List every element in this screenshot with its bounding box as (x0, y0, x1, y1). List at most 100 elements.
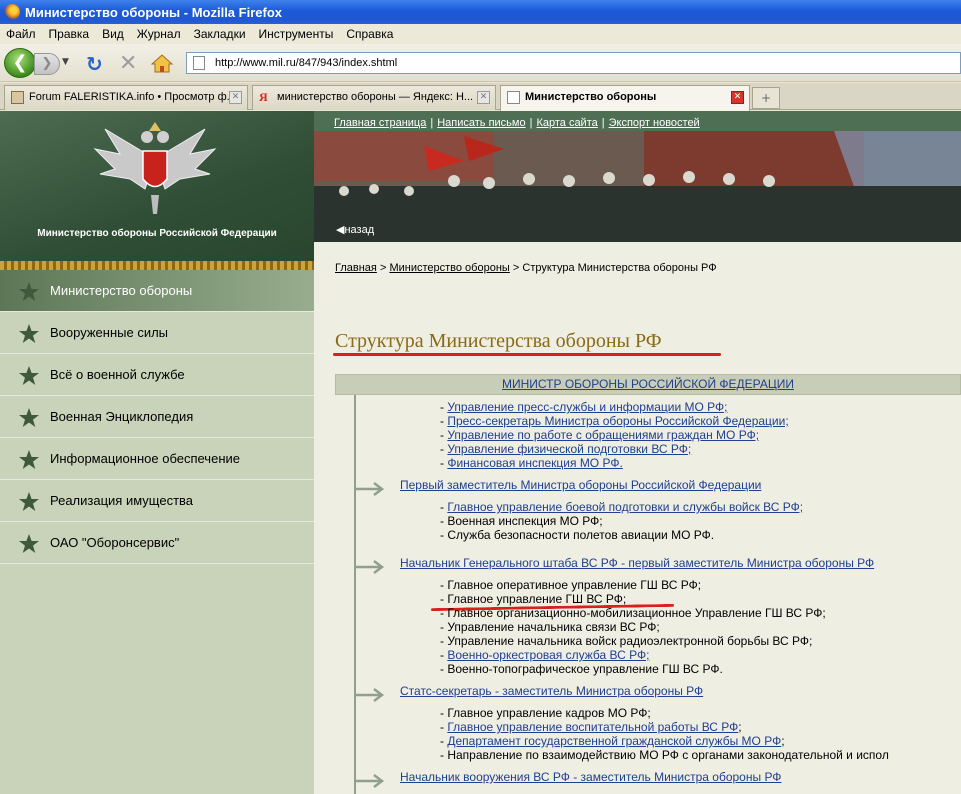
list-item-text: Главное управление кадров МО РФ; (447, 706, 651, 720)
close-tab-icon[interactable]: ✕ (477, 91, 490, 104)
link-news-export[interactable]: Экспорт новостей (609, 117, 700, 129)
list-item-link[interactable]: Финансовая инспекция МО РФ. (447, 456, 622, 470)
star-icon (19, 450, 39, 469)
group-head-link[interactable]: Первый заместитель Министра обороны Росс… (400, 478, 761, 492)
group-head-link[interactable]: Начальник Генерального штаба ВС РФ - пер… (400, 556, 874, 570)
list-item: - Управление пресс-службы и информации М… (440, 400, 728, 414)
menu-bookmarks[interactable]: Закладки (194, 27, 246, 41)
back-button[interactable]: ❮ (4, 48, 36, 78)
list-item: - Главное организационно-мобилизационное… (440, 606, 826, 620)
tab-label: Министерство обороны (525, 91, 657, 103)
breadcrumb-separator: > (379, 262, 387, 274)
menu-view[interactable]: Вид (102, 27, 124, 41)
star-icon (19, 408, 39, 427)
home-button[interactable] (150, 53, 174, 73)
list-item-text: Главное оперативное управление ГШ ВС РФ; (447, 578, 702, 592)
sidebar-item-label: Реализация имущества (50, 493, 194, 508)
menu-history[interactable]: Журнал (137, 27, 181, 41)
list-item: - Военно-топографическое управление ГШ В… (440, 662, 723, 676)
list-item-text: Главное организационно-мобилизационное У… (447, 606, 826, 620)
sidebar-item-ministry[interactable]: Министерство обороны (0, 270, 314, 312)
minister-link[interactable]: МИНИСТР ОБОРОНЫ РОССИЙСКОЙ ФЕДЕРАЦИИ (502, 377, 794, 391)
header-banner: Главная страница | Написать письмо | Карта с… (314, 111, 961, 242)
reload-button[interactable]: ↻ (86, 52, 103, 76)
list-item-suffix: ; (781, 734, 785, 748)
main-content: Главная > Министерство обороны > Структу… (314, 242, 961, 794)
link-site-map[interactable]: Карта сайта (536, 117, 597, 129)
menu-edit[interactable]: Правка (49, 27, 90, 41)
sidebar-item-label: Вооруженные силы (50, 325, 169, 340)
list-item-suffix: ; (738, 720, 742, 734)
breadcrumb-current: Структура Министерства обороны РФ (522, 262, 717, 274)
list-item-link[interactable]: Управление по работе с обращениями гражд… (447, 428, 759, 442)
address-bar[interactable]: http://www.mil.ru/847/943/index.shtml (186, 52, 961, 74)
back-arrow-icon: ❮ (12, 52, 28, 73)
star-icon (19, 324, 39, 343)
sidebar-item-encyclopedia[interactable]: Военная Энциклопедия (0, 396, 314, 438)
sidebar-item-armed-forces[interactable]: Вооруженные силы (0, 312, 314, 354)
sidebar-item-oboronservis[interactable]: ОАО "Оборонсервис" (0, 522, 314, 564)
forward-button[interactable]: ❯ (34, 53, 60, 75)
list-item-link[interactable]: Департамент государственной гражданской … (447, 734, 781, 748)
arrow-right-icon (356, 482, 385, 496)
close-tab-icon[interactable]: ✕ (229, 91, 242, 104)
link-home-page[interactable]: Главная страница (334, 117, 426, 129)
menu-file[interactable]: Файл (6, 27, 36, 41)
forum-favicon-icon (11, 91, 24, 104)
list-item-text: Военно-топографическое управление ГШ ВС … (447, 662, 723, 676)
new-tab-icon: + (760, 91, 772, 105)
sidebar-item-information[interactable]: Информационное обеспечение (0, 438, 314, 480)
list-item: - Управление по работе с обращениями гра… (440, 428, 760, 442)
top-links: Главная страница | Написать письмо | Карта с… (334, 117, 700, 129)
list-item-link[interactable]: Управление пресс-службы и информации МО … (447, 400, 727, 414)
new-tab-button[interactable]: + (752, 87, 780, 109)
tab-faleristika[interactable]: Forum FALERISTIKA.info • Просмотр ф... ✕ (4, 85, 248, 110)
tab-yandex[interactable]: Я министерство обороны — Яндекс: Н... ✕ (252, 85, 496, 110)
list-item-text: Управление начальника связи ВС РФ; (447, 620, 660, 634)
menu-bar: Файл Правка Вид Журнал Закладки Инструме… (0, 24, 961, 44)
navigation-toolbar: ❮ ❯ ▼ ↻ ✕ http://www.mil.ru/847/943/inde… (0, 44, 961, 82)
list-item-text: Служба безопасности полетов авиации МО Р… (447, 528, 715, 542)
dropdown-arrow-icon: ▼ (62, 57, 69, 67)
list-item: - Управление физической подготовки ВС РФ… (440, 442, 692, 456)
list-item: - Главное управление воспитательной рабо… (440, 720, 742, 734)
list-item: - Главное управление боевой подготовки и… (440, 500, 804, 514)
tab-ministry[interactable]: Министерство обороны ✕ (500, 85, 750, 111)
tab-label: министерство обороны — Яндекс: Н... (277, 91, 474, 103)
page-title: Структура Министерства обороны РФ (335, 330, 662, 352)
breadcrumb-ministry[interactable]: Министерство обороны (389, 262, 509, 274)
stop-button[interactable]: ✕ (119, 51, 137, 76)
link-write-letter[interactable]: Написать письмо (437, 117, 525, 129)
list-item-text: Управление начальника войск радиоэлектро… (447, 634, 813, 648)
arrow-right-icon (356, 774, 385, 788)
history-dropdown-button[interactable]: ▼ (62, 57, 69, 67)
sidebar-item-property-sale[interactable]: Реализация имущества (0, 480, 314, 522)
list-item: - Служба безопасности полетов авиации МО… (440, 528, 715, 542)
group-head-link[interactable]: Начальник вооружения ВС РФ - заместитель… (400, 770, 781, 784)
tab-label: Forum FALERISTIKA.info • Просмотр ф... (29, 91, 236, 103)
arrow-right-icon (356, 688, 385, 702)
list-item-link[interactable]: Главное управление воспитательной работы… (447, 720, 738, 734)
list-item-link[interactable]: Управление физической подготовки ВС РФ; (447, 442, 691, 456)
close-tab-icon[interactable]: ✕ (731, 91, 744, 104)
menu-help[interactable]: Справка (346, 27, 393, 41)
list-item: - Управление начальника связи ВС РФ; (440, 620, 660, 634)
back-link[interactable]: ◀назад (336, 223, 374, 236)
list-item-link[interactable]: Главное управление боевой подготовки и с… (447, 500, 803, 514)
sidebar-item-military-service[interactable]: Всё о военной службе (0, 354, 314, 396)
gold-ornament-band (0, 261, 314, 270)
url-text: http://www.mil.ru/847/943/index.shtml (215, 57, 398, 69)
sidebar-item-label: Информационное обеспечение (50, 451, 240, 466)
list-item-text: Главное управление ГШ ВС РФ; (447, 592, 627, 606)
breadcrumb-home[interactable]: Главная (335, 262, 377, 274)
home-icon (150, 54, 174, 73)
red-underline-annotation (333, 353, 721, 356)
page-icon (193, 56, 205, 70)
group-head-link[interactable]: Статс-секретарь - заместитель Министра о… (400, 684, 703, 698)
site-logo[interactable]: Министерство обороны Российской Федераци… (0, 111, 314, 261)
list-item-link[interactable]: Пресс-секретарь Министра обороны Российс… (447, 414, 788, 428)
list-item-link[interactable]: Военно-оркестровая служба ВС РФ; (447, 648, 649, 662)
menu-tools[interactable]: Инструменты (259, 27, 334, 41)
list-item: - Главное управление кадров МО РФ; (440, 706, 651, 720)
list-item: - Военная инспекция МО РФ; (440, 514, 603, 528)
